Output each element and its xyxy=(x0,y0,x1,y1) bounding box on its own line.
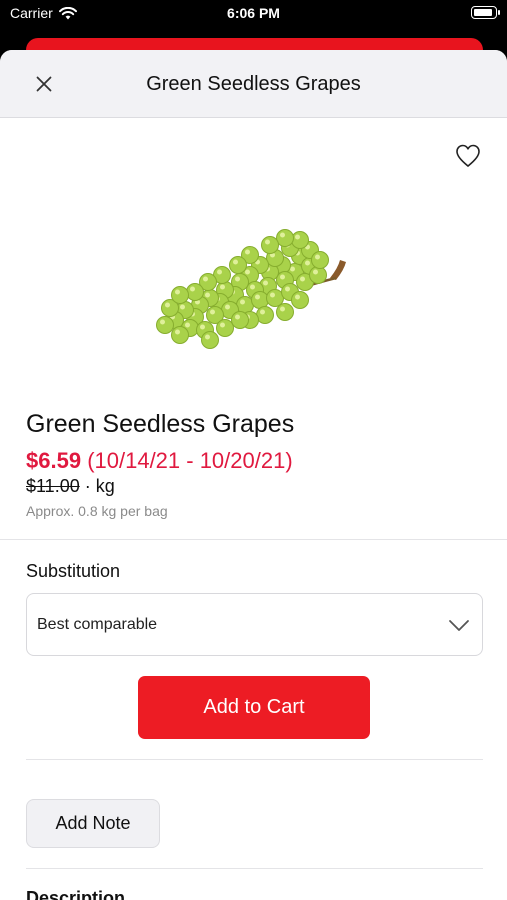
grape xyxy=(251,291,269,309)
grape xyxy=(231,311,249,329)
grape xyxy=(236,296,254,314)
divider xyxy=(26,868,483,869)
grape-highlight xyxy=(285,286,290,292)
product-name: Green Seedless Grapes xyxy=(26,410,295,438)
grape-highlight xyxy=(255,294,260,300)
grape xyxy=(186,283,204,301)
grape-highlight xyxy=(235,314,240,320)
green-grapes-image xyxy=(156,229,346,349)
grape-highlight xyxy=(263,280,268,286)
grape-highlight xyxy=(260,309,265,315)
grape xyxy=(276,303,294,321)
grape-highlight xyxy=(233,259,238,265)
grape-highlight xyxy=(225,304,230,310)
grape-highlight xyxy=(295,294,300,300)
grape-highlight xyxy=(185,322,190,328)
grape-highlight xyxy=(313,269,318,275)
grape-highlight xyxy=(280,232,285,238)
grape-highlight xyxy=(220,284,225,290)
grape-highlight xyxy=(280,274,285,280)
grape xyxy=(266,289,284,307)
grape-highlight xyxy=(315,254,320,260)
battery-level xyxy=(474,9,493,16)
status-bar: Carrier 6:06 PM xyxy=(0,0,507,30)
divider xyxy=(0,539,507,540)
favorite-button[interactable] xyxy=(455,144,485,172)
grape-highlight xyxy=(203,276,208,282)
grape xyxy=(276,229,294,247)
price-unit: · kg xyxy=(84,476,115,496)
grape xyxy=(156,316,174,334)
grape-highlight xyxy=(250,284,255,290)
grape-highlight xyxy=(240,299,245,305)
grape xyxy=(171,326,189,344)
grape-highlight xyxy=(270,292,275,298)
grape xyxy=(256,306,274,324)
grape-highlight xyxy=(205,334,210,340)
chevron-down-icon xyxy=(449,620,469,631)
grape-highlight xyxy=(220,322,225,328)
product-detail-sheet: Green Seedless Grapes Green Seedless Gra… xyxy=(0,50,507,900)
grape-highlight xyxy=(290,266,295,272)
grape-highlight xyxy=(190,286,195,292)
grape-highlight xyxy=(175,289,180,295)
grape xyxy=(309,266,327,284)
grape-highlight xyxy=(175,329,180,335)
approx-weight-note: Approx. 0.8 kg per bag xyxy=(26,503,168,519)
grape-highlight xyxy=(245,269,250,275)
sheet-title: Green Seedless Grapes xyxy=(146,73,361,95)
grape-highlight xyxy=(165,302,170,308)
divider xyxy=(26,759,483,760)
grape-highlight xyxy=(160,319,165,325)
grape-highlight xyxy=(180,304,185,310)
original-price: $11.00 xyxy=(26,476,80,496)
grape xyxy=(201,331,219,349)
clock: 6:06 PM xyxy=(227,5,280,21)
sheet-header: Green Seedless Grapes xyxy=(0,50,507,118)
price-row: $6.59 (10/14/21 - 10/20/21) xyxy=(26,448,293,474)
substitution-selected-value: Best comparable xyxy=(37,616,158,633)
grape-highlight xyxy=(245,249,250,255)
heart-outline-icon xyxy=(456,144,480,167)
grape-highlight xyxy=(210,309,215,315)
description-heading: Description xyxy=(26,888,126,900)
grape-highlight xyxy=(280,306,285,312)
sale-period: (10/14/21 - 10/20/21) xyxy=(87,448,293,473)
grape xyxy=(311,251,329,269)
grape xyxy=(171,286,189,304)
grape-highlight xyxy=(295,234,300,240)
grape-highlight xyxy=(217,269,222,275)
grape xyxy=(291,291,309,309)
substitution-select[interactable]: Best comparable xyxy=(26,593,483,656)
grape-highlight xyxy=(205,292,210,298)
grape xyxy=(261,236,279,254)
add-note-button[interactable]: Add Note xyxy=(26,799,160,848)
grape-highlight xyxy=(200,324,205,330)
grape xyxy=(216,319,234,337)
battery-icon xyxy=(471,6,500,19)
add-to-cart-button[interactable]: Add to Cart xyxy=(138,676,370,739)
substitution-label: Substitution xyxy=(26,561,121,581)
original-price-row: $11.00 · kg xyxy=(26,476,115,497)
grape-highlight xyxy=(300,276,305,282)
grape xyxy=(229,256,247,274)
grape-highlight xyxy=(235,276,240,282)
grape xyxy=(291,231,309,249)
grape-highlight xyxy=(305,260,310,266)
sale-price: $6.59 xyxy=(26,448,82,473)
grape-highlight xyxy=(265,239,270,245)
